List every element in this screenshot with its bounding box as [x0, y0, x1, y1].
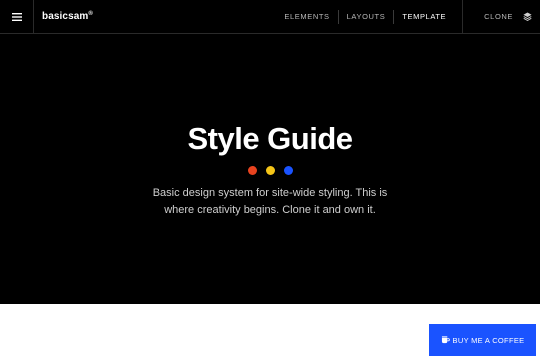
- nav-layouts[interactable]: LAYOUTS: [337, 9, 394, 24]
- buy-me-a-coffee-button[interactable]: BUY ME A COFFEE: [429, 324, 536, 356]
- color-dots: [0, 166, 540, 175]
- brand-logo[interactable]: basicsam®: [34, 11, 93, 22]
- menu-button[interactable]: [0, 0, 34, 33]
- hamburger-menu-icon: [11, 12, 22, 21]
- color-dot-red: [247, 166, 257, 175]
- coffee-cup-icon: [441, 336, 450, 344]
- hero-section: Style Guide Basic design system for site…: [0, 34, 540, 304]
- clone-button[interactable]: CLONE: [463, 0, 540, 33]
- top-navbar: basicsam® ELEMENTS LAYOUTS TEMPLATE CLON…: [0, 0, 540, 34]
- layers-icon: [523, 12, 532, 21]
- buy-me-a-coffee-label: BUY ME A COFFEE: [452, 335, 525, 345]
- brand-name: basicsam: [42, 11, 89, 22]
- page-title: Style Guide: [187, 121, 353, 156]
- hero-subtitle-line-1: Basic design system for site-wide stylin…: [152, 187, 388, 199]
- color-dot-yellow: [265, 166, 275, 175]
- registered-mark: ®: [88, 11, 93, 17]
- nav-template[interactable]: TEMPLATE: [393, 9, 454, 24]
- color-dot-blue: [283, 166, 293, 175]
- clone-label: CLONE: [484, 12, 513, 21]
- nav-elements[interactable]: ELEMENTS: [276, 10, 337, 24]
- hero-subtitle: Basic design system for site-wide stylin…: [0, 185, 540, 219]
- hero-subtitle-line-2: where creativity begins. Clone it and ow…: [164, 204, 376, 216]
- main-nav: ELEMENTS LAYOUTS TEMPLATE CLONE: [276, 0, 540, 33]
